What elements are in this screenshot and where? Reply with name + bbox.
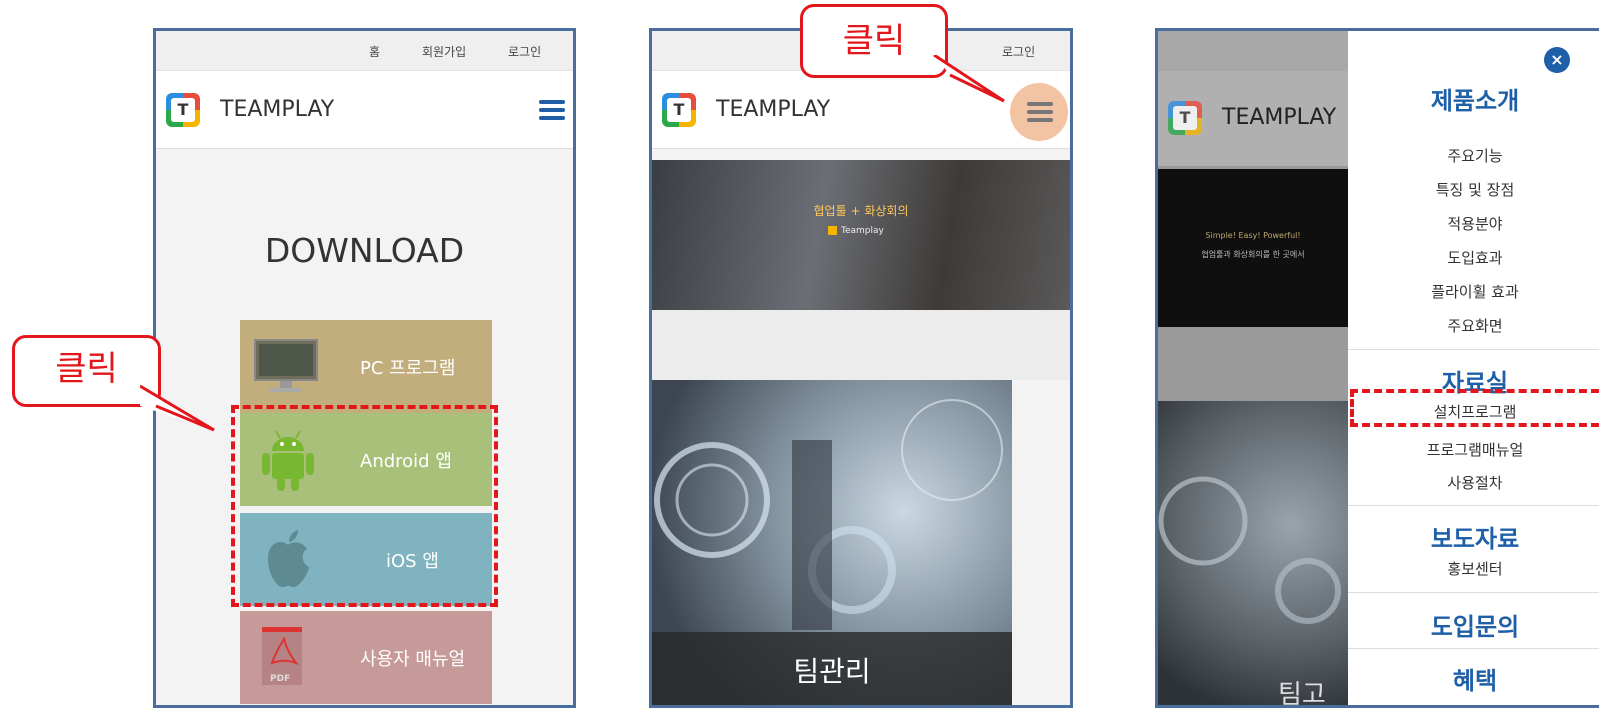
click-callout-left-text: 클릭 [55, 349, 118, 389]
hamburger-menu-icon[interactable] [539, 100, 565, 120]
menu-section-benefits[interactable]: 혜택 [1348, 661, 1599, 696]
menu-item-usage-procedure[interactable]: 사용절차 [1348, 472, 1599, 493]
site-header: T TEAMPLAY [156, 71, 573, 149]
click-callout-top: 클릭 [800, 4, 948, 78]
monitor-icon [254, 339, 318, 392]
menu-divider [1348, 592, 1599, 593]
menu-item-advantages[interactable]: 특징 및 장점 [1348, 179, 1599, 200]
user-manual-label: 사용자 매뉴얼 [360, 649, 466, 670]
panel-menu-open: T TEAMPLAY Simple! Easy! Powerful! 협업툴과 … [1155, 28, 1599, 708]
menu-section-products[interactable]: 제품소개 [1348, 81, 1599, 116]
teamplay-small-logo-icon [828, 226, 837, 235]
nav-signup-link[interactable]: 회원가입 [422, 43, 466, 60]
hero-banner: 협업툴 + 화상회의 Teamplay [652, 160, 1070, 310]
brand-name: TEAMPLAY [1222, 105, 1337, 130]
menu-section-press[interactable]: 보도자료 [1348, 519, 1599, 554]
hamburger-menu-icon[interactable] [1027, 102, 1053, 122]
menu-divider [1348, 648, 1599, 649]
pc-program-label: PC 프로그램 [360, 358, 456, 379]
banner-title: 협업툴 + 화상회의 [813, 204, 909, 218]
dimmed-banner: Simple! Easy! Powerful! 협업툴과 화상회의를 한 곳에서 [1158, 169, 1348, 327]
brand-name[interactable]: TEAMPLAY [716, 97, 830, 122]
nav-login-link[interactable]: 로그인 [508, 43, 541, 60]
callout-pointer-left [140, 384, 215, 432]
teamplay-logo-icon: T [1168, 101, 1202, 135]
menu-section-inquiry[interactable]: 도입문의 [1348, 607, 1599, 642]
dimmed-card: 팀고 [1158, 401, 1348, 708]
pc-program-button[interactable]: PC 프로그램 [240, 320, 492, 413]
menu-item-screens[interactable]: 주요화면 [1348, 315, 1599, 336]
click-callout-left: 클릭 [12, 335, 161, 407]
dimmed-banner-line2: 협업툴과 화상회의를 한 곳에서 [1201, 250, 1305, 259]
top-bar: 홈 회원가입 로그인 [156, 31, 573, 71]
menu-item-pr-center[interactable]: 홍보센터 [1348, 558, 1599, 579]
dimmed-banner-line1: Simple! Easy! Powerful! [1205, 231, 1301, 240]
svg-text:PDF: PDF [270, 674, 290, 684]
menu-item-flywheel[interactable]: 플라이휠 효과 [1348, 281, 1599, 302]
close-icon[interactable]: × [1544, 47, 1570, 73]
user-manual-button[interactable]: PDF 사용자 매뉴얼 [240, 611, 492, 704]
click-callout-top-text: 클릭 [842, 21, 906, 61]
content-gap [652, 310, 1070, 380]
dimmed-topbar [1158, 31, 1348, 71]
highlight-mobile-apps [231, 405, 498, 607]
banner-brand: Teamplay [828, 226, 884, 236]
tech-circles-graphic [654, 399, 1003, 630]
menu-item-applications[interactable]: 적용분야 [1348, 213, 1599, 234]
teamplay-logo-icon[interactable]: T [166, 93, 200, 127]
team-management-card[interactable]: 팀관리 [652, 380, 1012, 705]
dimmed-header: T TEAMPLAY [1158, 71, 1348, 166]
menu-divider [1348, 505, 1599, 506]
pdf-icon: PDF [262, 627, 302, 685]
menu-divider [1348, 349, 1599, 350]
dimmed-page: T TEAMPLAY Simple! Easy! Powerful! 협업툴과 … [1158, 31, 1348, 708]
highlight-install-program [1350, 389, 1599, 427]
panel-home-page: 로그인 T TEAMPLAY 협업툴 + 화상회의 Teamplay 팀관리 [649, 28, 1073, 708]
brand-name[interactable]: TEAMPLAY [220, 97, 334, 122]
page-title: DOWNLOAD [264, 231, 465, 270]
callout-pointer-top [933, 55, 1005, 103]
nav-home-link[interactable]: 홈 [369, 43, 380, 60]
teamplay-logo-icon[interactable]: T [662, 93, 696, 127]
card-caption-bar: 팀관리 [652, 632, 1012, 705]
banner-brand-text: Teamplay [841, 226, 884, 236]
menu-item-effects[interactable]: 도입효과 [1348, 247, 1599, 268]
dimmed-circles-graphic [1158, 476, 1341, 624]
menu-item-program-manual[interactable]: 프로그램매뉴얼 [1348, 439, 1599, 460]
side-menu: × 제품소개 주요기능 특징 및 장점 적용분야 도입효과 플라이휠 효과 주요… [1348, 31, 1599, 705]
card-caption: 팀관리 [793, 655, 871, 688]
dimmed-card-caption: 팀고 [1278, 680, 1326, 708]
menu-item-features[interactable]: 주요기능 [1348, 145, 1599, 166]
